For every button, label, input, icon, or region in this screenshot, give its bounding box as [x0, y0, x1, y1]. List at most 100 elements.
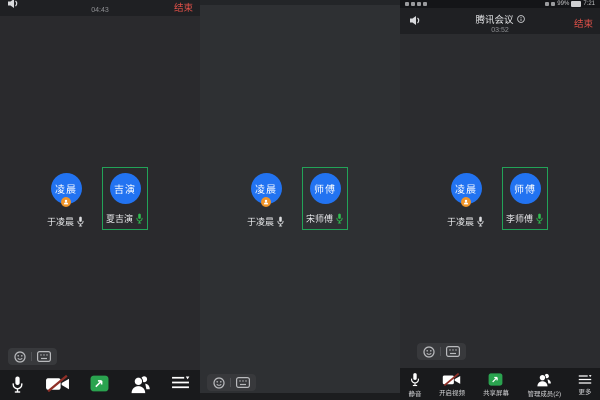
toolbar-video-button[interactable]: 开启视频 — [438, 373, 466, 398]
avatar: 吉演 — [110, 173, 141, 204]
avatar-initials: 师傅 — [514, 181, 536, 196]
toolbar-mute-button[interactable]: 静音 — [408, 372, 422, 399]
participant-name: 夏吉演 — [106, 212, 133, 225]
avatar-initials: 吉演 — [114, 181, 136, 196]
avatar: 凌晨 — [451, 173, 482, 204]
avatar: 师傅 — [310, 173, 341, 204]
bottom-toolbar: 静音 开启视频 共享屏幕 — [400, 368, 600, 400]
avatar: 凌晨 — [51, 173, 82, 204]
end-meeting-button[interactable]: 结束 — [174, 0, 193, 14]
avatar-initials: 凌晨 — [455, 181, 477, 196]
participants-icon — [130, 375, 151, 394]
toolbar-share-screen-button[interactable] — [90, 375, 109, 392]
meeting-screen-3: 99% 7:21 腾讯会议 03:52 — [400, 0, 600, 400]
quick-actions-pill — [207, 374, 256, 391]
toolbar-label: 管理成员(2) — [527, 389, 561, 398]
quick-actions-pill — [8, 348, 57, 365]
toolbar-video-button[interactable] — [45, 375, 70, 392]
meeting-title-cropped: 腾讯会议 — [0, 0, 200, 4]
info-icon[interactable] — [517, 15, 525, 23]
emoji-icon[interactable] — [14, 351, 26, 363]
divider — [31, 352, 32, 361]
mic-active-icon — [535, 213, 544, 224]
meeting-screen-2: 凌晨 于凌晨 师傅 宋师傅 — [200, 0, 400, 400]
avatar: 凌晨 — [251, 173, 282, 204]
status-icons-left — [405, 2, 427, 6]
quick-actions-pill — [417, 343, 466, 360]
more-icon — [171, 375, 190, 390]
battery-percent: 99% — [557, 0, 569, 8]
mic-active-icon — [135, 213, 144, 224]
participant-name: 于凌晨 — [47, 215, 74, 228]
meeting-timer: 03:52 — [430, 27, 570, 34]
participant-tile-active-speaker[interactable]: 师傅 宋师傅 — [302, 167, 348, 230]
microphone-icon — [409, 372, 421, 387]
vibrate-icon — [405, 2, 409, 6]
status-icons-right: 99% 7:21 — [545, 0, 595, 8]
participant-tile[interactable]: 凌晨 于凌晨 — [436, 173, 496, 228]
participant-tile[interactable]: 凌晨 于凌晨 — [236, 173, 296, 228]
microphone-icon — [10, 375, 25, 394]
participants-icon — [536, 373, 552, 387]
clock-time: 7:21 — [583, 0, 595, 8]
top-strip — [200, 0, 400, 5]
signal-icon — [551, 2, 555, 6]
share-screen-icon — [488, 373, 503, 386]
camera-off-icon — [45, 375, 70, 392]
toolbar-share-screen-button[interactable]: 共享屏幕 — [482, 373, 510, 398]
wifi-icon — [411, 2, 415, 6]
participant-tile-active-speaker[interactable]: 师傅 李师傅 — [502, 167, 548, 230]
meeting-header: 腾讯会议 03:52 结束 — [400, 8, 600, 34]
mic-icon — [476, 216, 485, 227]
divider — [440, 347, 441, 356]
avatar-initials: 凌晨 — [255, 181, 277, 196]
toolbar-participants-button[interactable]: 管理成员(2) — [526, 373, 563, 399]
host-badge-icon — [61, 197, 71, 207]
toolbar-label: 静音 — [408, 389, 421, 398]
host-badge-icon — [261, 197, 271, 207]
mic-active-icon — [335, 213, 344, 224]
chat-keyboard-icon[interactable] — [236, 377, 250, 388]
meeting-title: 腾讯会议 — [475, 12, 513, 26]
status-bar: 99% 7:21 — [400, 0, 600, 8]
participant-name: 宋师傅 — [306, 212, 333, 225]
share-screen-icon — [90, 375, 109, 392]
toolbar-more-button[interactable]: 更多 — [578, 374, 592, 397]
toolbar-label: 更多 — [579, 387, 592, 396]
toolbar-participants-button[interactable] — [130, 375, 151, 394]
more-icon — [578, 374, 592, 385]
participant-tile-active-speaker[interactable]: 吉演 夏吉演 — [102, 167, 148, 230]
toolbar-more-button[interactable] — [171, 375, 190, 390]
avatar-initials: 凌晨 — [55, 181, 77, 196]
participant-name: 李师傅 — [506, 212, 533, 225]
triple-screenshot-strip: 腾讯会议 04:43 结束 凌晨 于凌晨 — [0, 0, 600, 400]
participant-name: 于凌晨 — [447, 215, 474, 228]
location-icon — [545, 2, 549, 6]
meeting-screen-1: 腾讯会议 04:43 结束 凌晨 于凌晨 — [0, 0, 200, 400]
notification-icon — [417, 2, 421, 6]
chat-keyboard-icon[interactable] — [446, 346, 460, 357]
speaker-icon[interactable] — [409, 15, 421, 26]
divider — [230, 378, 231, 387]
camera-off-icon — [442, 373, 461, 386]
end-meeting-button[interactable]: 结束 — [574, 16, 593, 30]
emoji-icon[interactable] — [213, 377, 225, 389]
toolbar-label: 共享屏幕 — [483, 388, 509, 397]
battery-icon — [571, 1, 581, 7]
toolbar-mute-button[interactable] — [10, 375, 25, 394]
bottom-toolbar — [0, 370, 200, 400]
bottom-strip — [200, 393, 400, 400]
participant-name: 于凌晨 — [247, 215, 274, 228]
avatar-initials: 师傅 — [314, 181, 336, 196]
toolbar-label: 开启视频 — [439, 388, 465, 397]
notification-icon — [423, 2, 427, 6]
chat-keyboard-icon[interactable] — [37, 351, 51, 362]
meeting-header: 腾讯会议 04:43 结束 — [0, 0, 200, 16]
host-badge-icon — [461, 197, 471, 207]
participant-tile[interactable]: 凌晨 于凌晨 — [36, 173, 96, 228]
avatar: 师傅 — [510, 173, 541, 204]
mic-icon — [276, 216, 285, 227]
emoji-icon[interactable] — [423, 346, 435, 358]
mic-icon — [76, 216, 85, 227]
meeting-timer: 04:43 — [0, 7, 200, 14]
